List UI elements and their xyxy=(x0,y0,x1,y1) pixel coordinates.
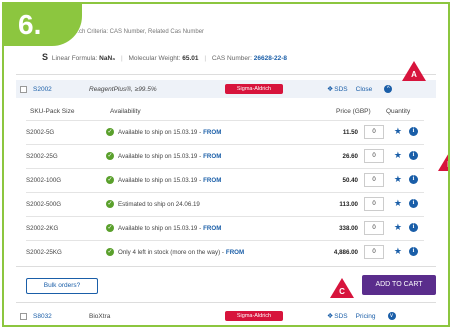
from-link[interactable]: FROM xyxy=(226,249,244,256)
callout-marker-a: A xyxy=(401,60,427,82)
close-link[interactable]: Close xyxy=(356,86,373,93)
from-link[interactable]: FROM xyxy=(203,177,221,184)
row-availability: ✓ Available to ship on 15.03.19 - FROM xyxy=(106,224,222,232)
table-row: S2002-100G ✓ Available to ship on 15.03.1… xyxy=(26,168,424,191)
check-circle-icon: ✓ xyxy=(106,176,114,184)
star-icon[interactable]: ★ xyxy=(394,222,402,233)
row-price: 11.50 xyxy=(342,129,358,136)
quantity-input[interactable]: 0 xyxy=(364,197,384,211)
table-row: S2002-25G ✓ Available to ship on 15.03.19… xyxy=(26,144,424,167)
formula-value: NaN₃ xyxy=(99,55,116,62)
collapse-chevron-icon[interactable]: ^ xyxy=(384,85,393,93)
from-link[interactable]: FROM xyxy=(203,129,221,136)
meta-separator: | xyxy=(204,55,207,62)
sds-link[interactable]: ❖SDS xyxy=(327,312,348,320)
expand-chevron-icon[interactable]: v xyxy=(387,312,396,320)
row-availability: ✓ Only 4 left in stock (more on the way) … xyxy=(106,248,245,256)
star-icon[interactable]: ★ xyxy=(394,174,402,185)
row-availability: ✓ Estimated to ship on 24.06.19 xyxy=(106,200,200,208)
quantity-input[interactable]: 0 xyxy=(364,149,384,163)
row-sku: S2002-2KG xyxy=(26,225,59,232)
callout-marker-b: B xyxy=(437,150,448,172)
row-availability: ✓ Available to ship on 15.03.19 - FROM xyxy=(106,128,222,136)
product-grade: BioXtra xyxy=(89,312,111,320)
product-sku-link[interactable]: S2002 xyxy=(33,86,89,93)
col-price: Price (GBP) xyxy=(336,108,371,115)
from-link[interactable]: FROM xyxy=(203,153,221,160)
quantity-input[interactable]: 0 xyxy=(364,245,384,259)
product-row-s2002[interactable]: S2002 ReagentPlus®, ≥99.5% Sigma-Aldrich… xyxy=(16,80,436,98)
formula-label: Linear Formula: xyxy=(51,55,98,62)
bulk-orders-button[interactable]: Bulk orders? xyxy=(26,278,98,294)
product-checkbox[interactable] xyxy=(20,312,27,320)
product-row-s8032[interactable]: S8032 BioXtra Sigma-Aldrich ❖SDS Pricing… xyxy=(16,307,436,325)
table-row: S2002-5G ✓ Available to ship on 15.03.19 … xyxy=(26,120,424,143)
sds-link[interactable]: ❖SDS xyxy=(327,85,348,93)
quantity-input[interactable]: 0 xyxy=(364,173,384,187)
meta-separator: | xyxy=(121,55,123,62)
row-availability: ✓ Available to ship on 15.03.19 - FROM xyxy=(106,176,222,184)
step-badge: 6. xyxy=(4,4,82,46)
check-circle-icon: ✓ xyxy=(106,152,114,160)
quantity-input[interactable]: 0 xyxy=(364,221,384,235)
check-circle-icon: ✓ xyxy=(106,200,114,208)
divider xyxy=(16,302,436,303)
mw-value: 65.01 xyxy=(182,55,199,62)
star-icon[interactable]: ★ xyxy=(394,198,402,209)
star-icon[interactable]: ★ xyxy=(394,126,402,137)
col-availability: Availability xyxy=(110,108,141,115)
row-price: 26.60 xyxy=(342,153,358,160)
row-sku: S2002-500G xyxy=(26,201,62,208)
cas-value[interactable]: 26628-22-8 xyxy=(254,55,287,62)
star-icon[interactable]: ★ xyxy=(394,150,402,161)
row-availability: ✓ Available to ship on 15.03.19 - FROM xyxy=(106,152,222,160)
product-grade: ReagentPlus®, ≥99.5% xyxy=(89,85,157,93)
row-sku: S2002-5G xyxy=(26,129,55,136)
search-criteria-breadcrumb: ...ch Criteria: CAS Number, Related Cas … xyxy=(74,29,205,35)
row-price: 4,886.00 xyxy=(333,249,358,256)
product-checkbox[interactable] xyxy=(20,85,27,93)
check-circle-icon: ✓ xyxy=(106,224,114,232)
brand-badge: Sigma-Aldrich xyxy=(225,84,283,94)
cas-label: CAS Number: xyxy=(211,55,252,62)
meta-lead: S xyxy=(42,52,49,62)
table-row: S2002-25KG ✓ Only 4 left in stock (more o… xyxy=(26,240,424,263)
row-price: 113.00 xyxy=(339,201,358,208)
table-header: SKU-Pack Size Availability Price (GBP) Q… xyxy=(26,104,436,118)
add-to-cart-button[interactable]: ADD TO CART xyxy=(362,275,436,295)
row-price: 338.00 xyxy=(339,225,358,232)
col-sku: SKU-Pack Size xyxy=(30,108,75,115)
check-circle-icon: ✓ xyxy=(106,128,114,136)
info-icon[interactable]: i xyxy=(409,199,418,208)
table-row: S2002-500G ✓ Estimated to ship on 24.06.1… xyxy=(26,192,424,215)
table-row: S2002-2KG ✓ Available to ship on 15.03.19… xyxy=(26,216,424,239)
quantity-input[interactable]: 0 xyxy=(364,125,384,139)
mw-label: Molecular Weight: xyxy=(128,55,181,62)
row-price: 50.40 xyxy=(342,177,358,184)
check-circle-icon: ✓ xyxy=(106,248,114,256)
brand-badge: Sigma-Aldrich xyxy=(225,311,283,321)
row-sku: S2002-25KG xyxy=(26,249,62,256)
pricing-link[interactable]: Pricing xyxy=(356,313,376,320)
product-meta: S Linear Formula: NaN₃ | Molecular Weigh… xyxy=(42,52,287,62)
row-sku: S2002-100G xyxy=(26,177,62,184)
info-icon[interactable]: i xyxy=(409,247,418,256)
divider xyxy=(16,74,436,75)
info-icon[interactable]: i xyxy=(409,127,418,136)
col-quantity: Quantity xyxy=(386,108,411,115)
product-sku-link[interactable]: S8032 xyxy=(33,313,89,320)
callout-marker-c: C xyxy=(329,277,355,299)
diamond-icon: ❖ xyxy=(327,86,334,93)
divider xyxy=(16,266,436,267)
screenshot-frame: 6. ...ch Criteria: CAS Number, Related C… xyxy=(2,2,450,327)
star-icon[interactable]: ★ xyxy=(394,246,402,257)
row-sku: S2002-25G xyxy=(26,153,58,160)
info-icon[interactable]: i xyxy=(409,151,418,160)
diamond-icon: ❖ xyxy=(327,313,334,320)
info-icon[interactable]: i xyxy=(409,175,418,184)
from-link[interactable]: FROM xyxy=(203,225,221,232)
info-icon[interactable]: i xyxy=(409,223,418,232)
